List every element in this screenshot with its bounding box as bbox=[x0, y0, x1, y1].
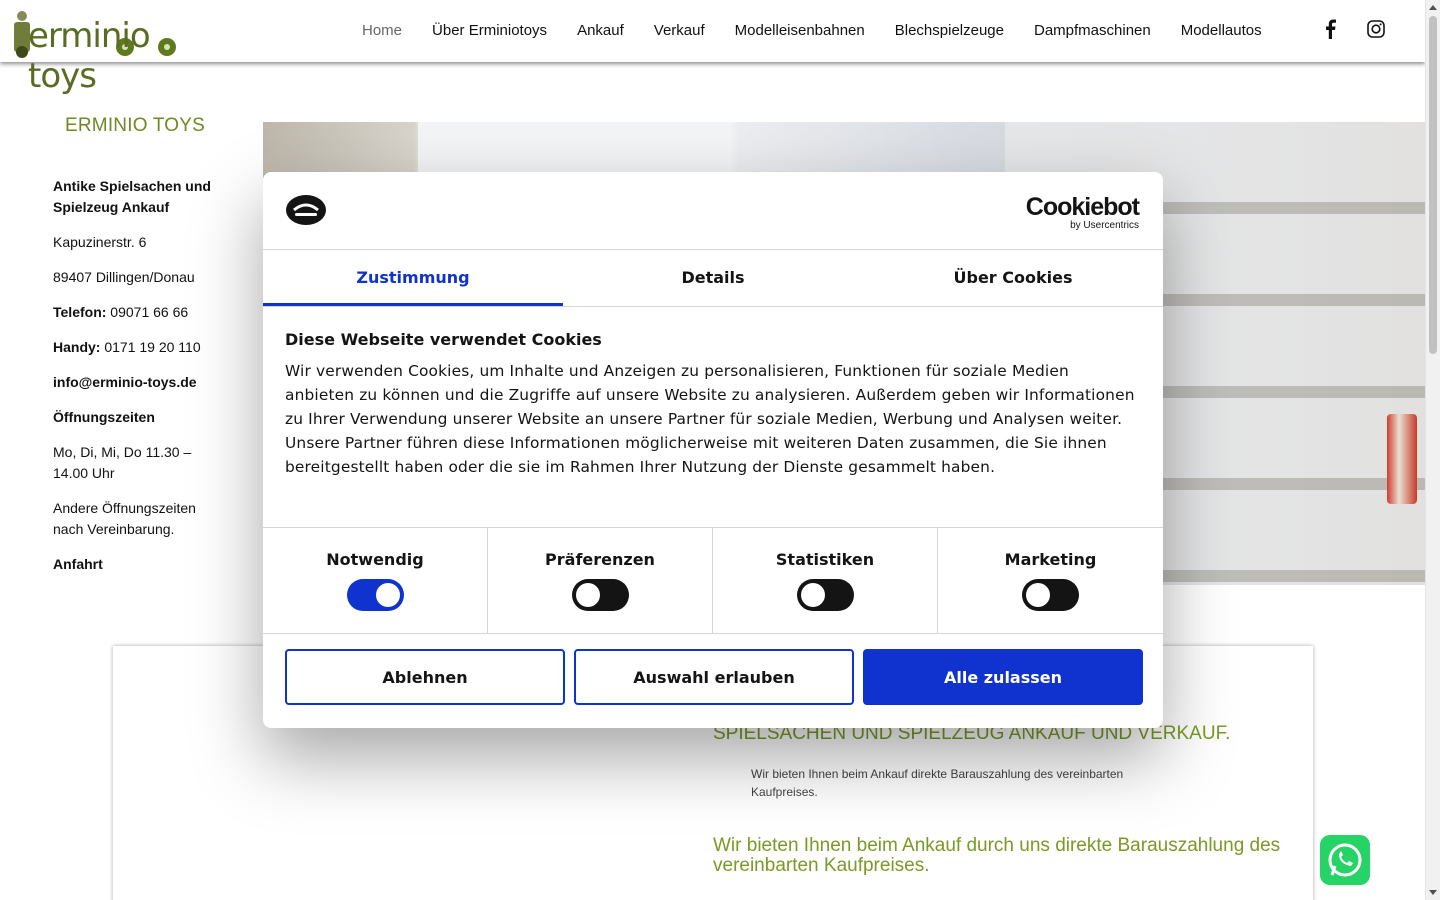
cookie-text: Wir verwenden Cookies, um Inhalte und An… bbox=[285, 362, 1135, 476]
nav-home[interactable]: Home bbox=[362, 22, 402, 39]
sidebar-street: Kapuzinerstr. 6 bbox=[53, 234, 147, 250]
nav-modellautos[interactable]: Modellautos bbox=[1181, 22, 1262, 39]
sidebar-mobile: Handy: 0171 19 20 110 bbox=[53, 337, 213, 358]
scrollbar-thumb[interactable] bbox=[1429, 16, 1437, 354]
sidebar-hours-other: Andere Öffnungszeiten nach Vereinbarung. bbox=[53, 500, 196, 537]
tab-ueber-cookies[interactable]: Über Cookies bbox=[863, 250, 1163, 306]
cookie-dialog: Cookiebot by Usercentrics Zustimmung Det… bbox=[263, 172, 1163, 728]
toggle-label: Notwendig bbox=[326, 550, 424, 569]
sidebar-hours: Mo, Di, Mi, Do 11.30 – 14.00 Uhr bbox=[53, 444, 192, 481]
cookie-title: Diese Webseite verwendet Cookies bbox=[285, 330, 602, 349]
nav-dampfmaschinen[interactable]: Dampfmaschinen bbox=[1034, 22, 1151, 39]
toggle-marketing: Marketing bbox=[938, 528, 1163, 633]
content-heading-2: Wir bieten Ihnen beim Ankauf durch uns d… bbox=[713, 835, 1281, 876]
sidebar-phone: Telefon: 09071 66 66 bbox=[53, 302, 213, 323]
logo-text: erminio toys bbox=[28, 16, 151, 96]
toggle-label: Statistiken bbox=[775, 550, 875, 569]
nav-verkauf[interactable]: Verkauf bbox=[654, 22, 705, 39]
main-nav: Home Über Erminiotoys Ankauf Verkauf Mod… bbox=[362, 22, 1292, 39]
allow-selection-button[interactable]: Auswahl erlauben bbox=[574, 649, 854, 705]
cookiebot-brand: Cookiebot by Usercentrics bbox=[1025, 193, 1140, 231]
mobile-label: Handy: bbox=[53, 339, 101, 355]
whatsapp-icon[interactable] bbox=[1320, 835, 1370, 885]
sidebar-directions-link[interactable]: Anfahrt bbox=[53, 556, 103, 572]
toggle-label: Marketing bbox=[1004, 550, 1097, 569]
cookiebot-logo-icon bbox=[285, 194, 327, 226]
tab-zustimmung[interactable]: Zustimmung bbox=[263, 250, 563, 306]
sidebar-heading: Antike Spielsachen und Spielzeug Ankauf bbox=[53, 178, 211, 215]
phone-label: Telefon: bbox=[53, 304, 107, 320]
site-logo[interactable]: erminio toys bbox=[10, 2, 205, 96]
content-small-text: Wir bieten Ihnen beim Ankauf direkte Bar… bbox=[751, 767, 1124, 799]
scroll-down-icon[interactable] bbox=[1429, 890, 1437, 895]
toggle-label: Präferenzen bbox=[545, 550, 655, 569]
sidebar-email[interactable]: info@erminio-toys.de bbox=[53, 374, 197, 390]
nav-ankauf[interactable]: Ankauf bbox=[577, 22, 624, 39]
nav-ueber-erminiotoys[interactable]: Über Erminiotoys bbox=[432, 22, 547, 39]
social-links bbox=[1322, 19, 1385, 39]
scroll-up-icon[interactable] bbox=[1429, 5, 1437, 10]
toggle-switch-praeferenzen[interactable] bbox=[571, 579, 629, 611]
nav-modelleisenbahnen[interactable]: Modelleisenbahnen bbox=[735, 22, 865, 39]
cookie-body: Diese Webseite verwendet Cookies Wir ver… bbox=[285, 330, 1135, 479]
sidebar-title: ERMINIO TOYS bbox=[65, 115, 206, 136]
allow-all-button[interactable]: Alle zulassen bbox=[863, 649, 1143, 705]
instagram-icon[interactable] bbox=[1367, 19, 1385, 39]
mobile-number[interactable]: 0171 19 20 110 bbox=[100, 339, 200, 355]
cookie-toggles: Notwendig Präferenzen Statistiken Market… bbox=[263, 527, 1163, 634]
facebook-icon[interactable] bbox=[1322, 19, 1340, 39]
page-scrollbar[interactable] bbox=[1425, 0, 1440, 900]
site-header: erminio toys Home Über Erminiotoys Ankau… bbox=[0, 0, 1425, 96]
toggle-statistiken: Statistiken bbox=[713, 528, 938, 633]
sidebar-city: 89407 Dillingen/Donau bbox=[53, 269, 195, 285]
cookie-buttons: Ablehnen Auswahl erlauben Alle zulassen bbox=[285, 649, 1143, 705]
toggle-switch-notwendig[interactable] bbox=[346, 579, 404, 611]
toggle-switch-marketing[interactable] bbox=[1022, 579, 1079, 611]
nav-blechspielzeuge[interactable]: Blechspielzeuge bbox=[895, 22, 1004, 39]
phone-number[interactable]: 09071 66 66 bbox=[106, 304, 188, 320]
decline-button[interactable]: Ablehnen bbox=[285, 649, 565, 705]
cookiebot-brand-sub: by Usercentrics bbox=[1070, 220, 1139, 231]
toggle-praeferenzen: Präferenzen bbox=[488, 528, 713, 633]
sidebar-contact: Antike Spielsachen und Spielzeug Ankauf … bbox=[53, 176, 213, 589]
hero-can bbox=[1387, 414, 1417, 504]
cookie-tabs: Zustimmung Details Über Cookies bbox=[263, 249, 1163, 307]
toggle-switch-statistiken[interactable] bbox=[796, 579, 854, 611]
tab-details[interactable]: Details bbox=[563, 250, 863, 306]
cookiebot-brand-name: Cookiebot bbox=[1025, 193, 1140, 221]
sidebar-hours-label: Öffnungszeiten bbox=[53, 409, 155, 425]
toggle-notwendig: Notwendig bbox=[263, 528, 488, 633]
